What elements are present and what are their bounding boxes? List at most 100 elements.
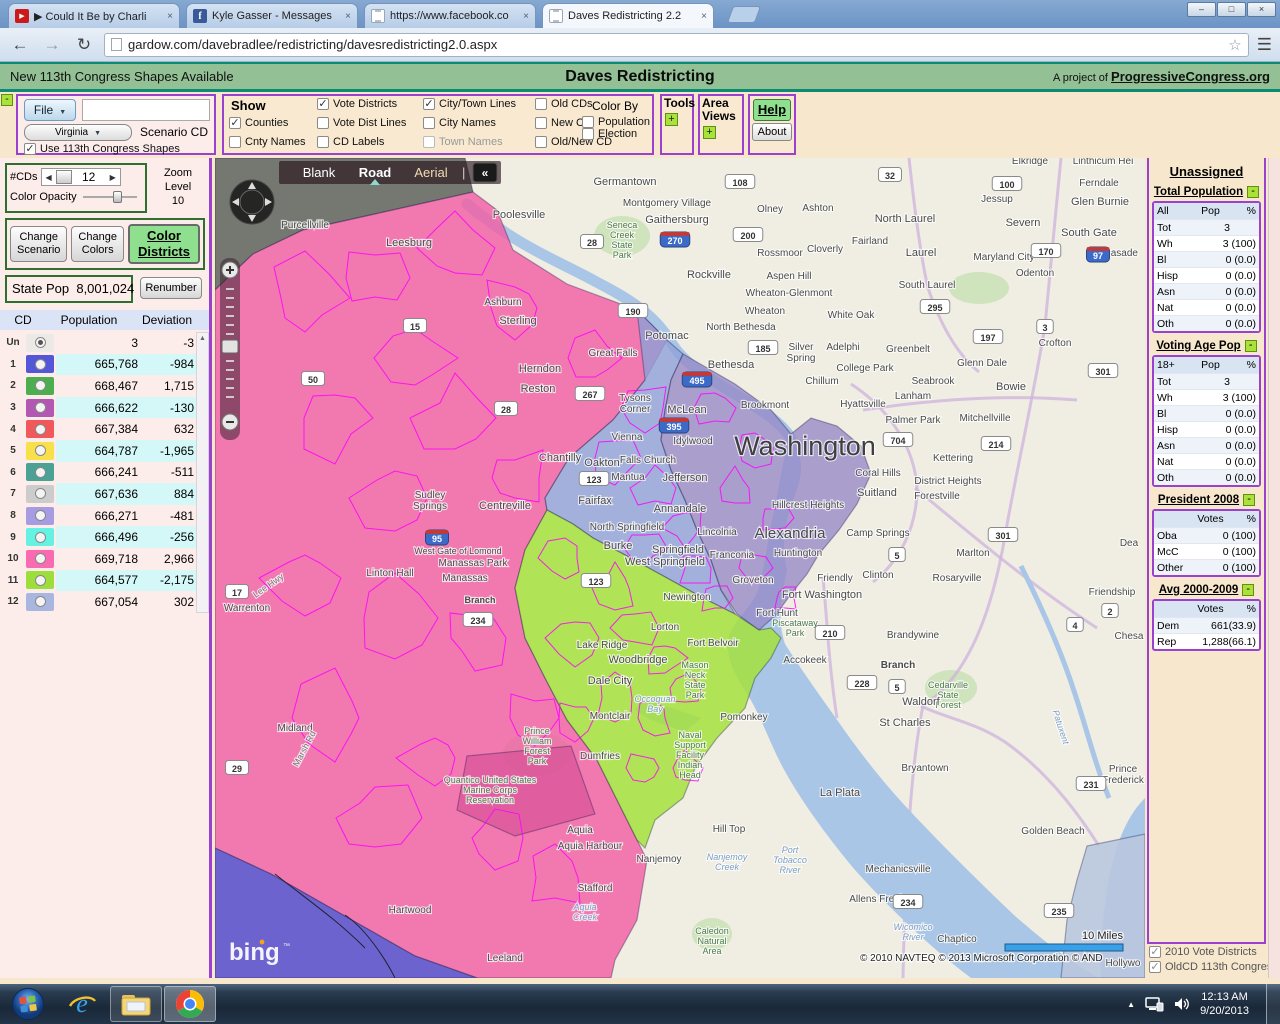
map-zoom-control[interactable]	[220, 258, 240, 440]
cd-radio[interactable]	[34, 531, 46, 543]
area-views-expand-button[interactable]: +	[703, 126, 716, 139]
section-heading[interactable]: Voting Age Pop	[1156, 340, 1240, 352]
show-checkbox-vote-dist-lines[interactable]: Vote Dist Lines	[315, 117, 421, 129]
cds-increment-button[interactable]: ▶	[106, 173, 120, 182]
cd-row-7[interactable]: 7 667,636 884	[0, 483, 196, 505]
cds-slider-thumb[interactable]	[55, 170, 72, 184]
show-checkbox-vote-districts[interactable]: Vote Districts	[315, 98, 421, 110]
checkbox-box[interactable]	[317, 136, 329, 148]
show-checkbox-cd-labels[interactable]: CD Labels	[315, 136, 421, 148]
url-text[interactable]: gardow.com/davebradlee/redistricting/dav…	[128, 37, 1222, 52]
browser-tab-1[interactable]: ▶ ▶ Could It Be by Charli ×	[8, 3, 180, 28]
use-113th-shapes-checkbox-inner[interactable]: Use 113th Congress Shapes	[22, 143, 180, 155]
cd-row-Un[interactable]: Un 3 -3	[0, 332, 196, 354]
cd-radio[interactable]	[34, 423, 46, 435]
browser-tab-3[interactable]: https://www.facebook.co ×	[364, 3, 536, 28]
cd-radio[interactable]	[34, 553, 46, 565]
scroll-up-arrow-icon[interactable]: ▲	[197, 333, 208, 342]
map-view-road[interactable]: Road	[359, 165, 392, 180]
unassigned-title[interactable]: Unassigned	[1152, 164, 1261, 179]
help-button[interactable]: Help	[753, 99, 791, 121]
checkbox-box[interactable]	[535, 98, 547, 110]
cd-radio[interactable]	[34, 445, 46, 457]
show-checkbox-cnty-names[interactable]: Cnty Names	[227, 136, 315, 148]
use-113th-shapes-checkbox[interactable]: Use 113th Congress Shapes	[22, 143, 180, 155]
cd-radio[interactable]	[34, 380, 46, 392]
state-dropdown[interactable]: Virginia ▼	[24, 124, 132, 141]
reload-button[interactable]: ↻	[72, 35, 96, 55]
new-tab-button[interactable]	[726, 6, 762, 23]
cd-row-12[interactable]: 12 667,054 302	[0, 591, 196, 613]
cd-row-3[interactable]: 3 666,622 -130	[0, 396, 196, 419]
checkbox-box[interactable]	[1149, 961, 1161, 973]
cds-decrement-button[interactable]: ◀	[42, 173, 56, 182]
map-viewport[interactable]: Elkridge Linthicum Hei Ferndale Glen Burnie…	[215, 158, 1145, 978]
cd-radio[interactable]	[34, 488, 46, 500]
tab-close-icon[interactable]: ×	[701, 11, 707, 22]
back-button[interactable]: ←	[8, 35, 32, 55]
internet-explorer-button[interactable]: e	[56, 986, 108, 1022]
volume-icon[interactable]	[1173, 996, 1191, 1012]
renumber-button[interactable]: Renumber	[140, 277, 202, 299]
checkbox-box[interactable]	[317, 117, 329, 129]
change-scenario-button[interactable]: Change Scenario	[10, 226, 68, 262]
section-heading[interactable]: Total Population	[1154, 186, 1243, 198]
show-checkbox-city-town-lines[interactable]: City/Town Lines	[421, 98, 533, 110]
checkbox-box[interactable]	[317, 98, 329, 110]
map-canvas[interactable]: Elkridge Linthicum Hei Ferndale Glen Burnie…	[215, 158, 1145, 978]
section-collapse-button[interactable]: -	[1243, 494, 1256, 506]
opacity-slider[interactable]	[82, 191, 137, 203]
checkbox-box[interactable]	[423, 117, 435, 129]
tab-close-icon[interactable]: ×	[167, 11, 173, 22]
section-collapse-button[interactable]: -	[1244, 340, 1257, 352]
map-view-aerial[interactable]: Aerial	[414, 165, 447, 180]
progressivecongress-link[interactable]: ProgressiveCongress.org	[1111, 69, 1270, 84]
show-checkbox-counties[interactable]: Counties	[227, 117, 315, 129]
section-heading[interactable]: Avg 2000-2009	[1159, 584, 1239, 596]
section-collapse-button[interactable]: -	[1247, 186, 1260, 198]
start-button[interactable]	[2, 986, 54, 1022]
cd-row-6[interactable]: 6 666,241 -511	[0, 462, 196, 484]
cd-table-scrollbar[interactable]: ▲	[196, 332, 209, 613]
chrome-button[interactable]	[164, 986, 216, 1022]
cd-radio[interactable]	[34, 337, 46, 349]
checkbox-box[interactable]	[535, 117, 547, 129]
tray-expand-icon[interactable]: ▲	[1127, 1000, 1135, 1009]
checkbox-box[interactable]	[229, 117, 241, 129]
cd-radio[interactable]	[34, 402, 46, 414]
cd-row-4[interactable]: 4 667,384 632	[0, 418, 196, 440]
cd-radio[interactable]	[34, 510, 46, 522]
map-view-blank[interactable]: Blank	[303, 165, 336, 180]
collapse-panel-button[interactable]: -	[1, 94, 13, 106]
file-explorer-button[interactable]	[110, 986, 162, 1022]
file-menu-button[interactable]: File ▼	[24, 99, 76, 121]
checkbox-box[interactable]	[229, 136, 241, 148]
checkbox-box[interactable]	[582, 128, 594, 140]
layer-checkbox-oldcd-113th-congress[interactable]: OldCD 113th Congress	[1147, 961, 1278, 973]
change-colors-button[interactable]: Change Colors	[71, 226, 124, 262]
layer-checkbox-2010-vote-districts[interactable]: 2010 Vote Districts	[1147, 946, 1277, 958]
forward-button[interactable]: →	[40, 35, 64, 55]
section-heading[interactable]: President 2008	[1158, 494, 1239, 506]
tab-close-icon[interactable]: ×	[523, 11, 529, 22]
close-button[interactable]: ×	[1247, 2, 1276, 17]
cd-row-1[interactable]: 1 665,768 -984	[0, 353, 196, 376]
checkbox-box[interactable]	[535, 136, 547, 148]
cd-radio[interactable]	[34, 358, 46, 370]
scenario-name-input[interactable]	[82, 99, 210, 121]
menu-icon[interactable]: ☰	[1257, 35, 1272, 55]
about-button[interactable]: About	[752, 123, 792, 141]
network-icon[interactable]	[1144, 996, 1164, 1012]
minimize-button[interactable]: –	[1187, 2, 1216, 17]
url-bar[interactable]: gardow.com/davebradlee/redistricting/dav…	[104, 32, 1249, 57]
checkbox-box[interactable]	[1149, 946, 1161, 958]
map-compass-control[interactable]	[229, 179, 275, 225]
cd-radio[interactable]	[34, 466, 46, 478]
browser-tab-4[interactable]: Daves Redistricting 2.2 ×	[542, 3, 714, 28]
color-districts-button[interactable]: Color Districts	[127, 224, 200, 264]
cd-radio[interactable]	[34, 596, 46, 608]
taskbar-clock[interactable]: 12:13 AM 9/20/2013	[1200, 990, 1249, 1018]
checkbox-box[interactable]	[24, 143, 36, 155]
cd-row-5[interactable]: 5 664,787 -1,965	[0, 439, 196, 462]
tab-close-icon[interactable]: ×	[345, 11, 351, 22]
